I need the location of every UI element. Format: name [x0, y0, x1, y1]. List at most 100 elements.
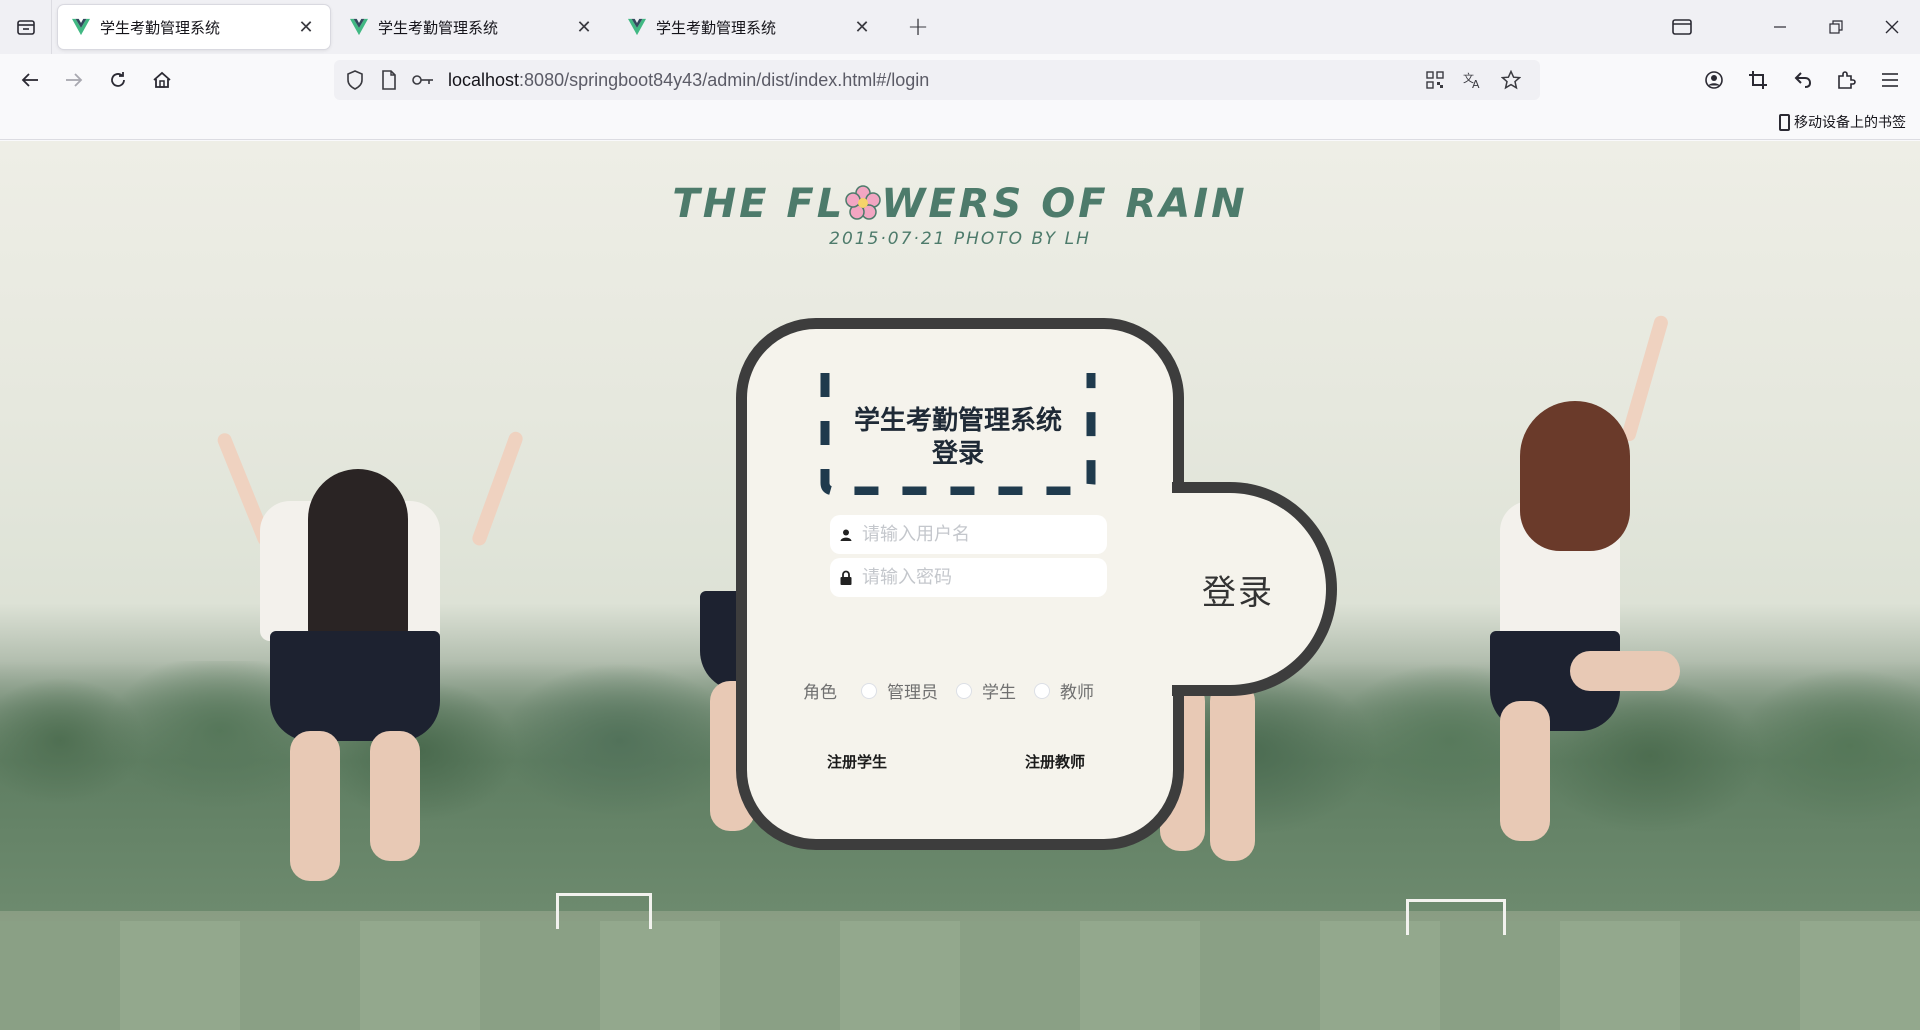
- background-field: [0, 921, 1920, 1030]
- document-icon: [382, 70, 396, 90]
- undo-button[interactable]: [1780, 58, 1824, 102]
- role-selector: 角色 管理员 学生 教师: [803, 678, 1112, 703]
- arrow-right-icon: [66, 73, 83, 87]
- role-option-label: 学生: [982, 683, 1016, 703]
- role-option-label: 教师: [1060, 683, 1094, 703]
- bookmarks-toolbar: 移动设备上的书签: [0, 106, 1920, 140]
- close-icon: [1885, 20, 1899, 34]
- close-tab-icon[interactable]: ✕: [574, 17, 594, 38]
- register-teacher-link[interactable]: 注册教师: [1025, 751, 1085, 772]
- account-button[interactable]: [1692, 58, 1736, 102]
- role-label: 角色: [803, 683, 837, 703]
- login-title-box: 学生考勤管理系统 登录: [819, 373, 1097, 495]
- register-student-link[interactable]: 注册学生: [827, 751, 887, 772]
- user-icon: [830, 529, 862, 541]
- background-goal: [1406, 899, 1506, 935]
- username-field[interactable]: [830, 515, 1107, 554]
- tab-title: 学生考勤管理系统: [656, 18, 777, 37]
- mobile-bookmarks-folder[interactable]: 移动设备上的书签: [1779, 112, 1906, 132]
- url-text: localhost:8080/springboot84y43/admin/dis…: [448, 70, 929, 91]
- translate-icon: 文A: [1463, 71, 1480, 89]
- restore-icon: [1829, 20, 1843, 34]
- forward-button[interactable]: [52, 58, 96, 102]
- banner-title-part: WERS OF RAIN: [881, 181, 1248, 227]
- role-option-teacher[interactable]: 教师: [1034, 678, 1094, 703]
- arrow-left-icon: [21, 73, 38, 87]
- login-button-label: 登录: [1202, 572, 1274, 613]
- vue-logo-icon: [72, 18, 90, 36]
- tab-title: 学生考勤管理系统: [100, 18, 221, 37]
- account-icon: [1705, 71, 1723, 89]
- translate-button[interactable]: 文A: [1456, 60, 1490, 100]
- key-icon: [412, 75, 433, 85]
- screenshot-button[interactable]: [1736, 58, 1780, 102]
- password-field[interactable]: [830, 558, 1107, 597]
- role-option-label: 管理员: [887, 683, 938, 703]
- url-host: localhost: [448, 69, 520, 90]
- login-title: 学生考勤管理系统 登录: [819, 405, 1097, 471]
- login-subtitle: 登录: [931, 439, 984, 469]
- banner-title: THE FL WERS OF RAIN: [0, 181, 1920, 227]
- qr-code-button[interactable]: [1418, 60, 1452, 100]
- home-button[interactable]: [140, 58, 184, 102]
- navigation-toolbar: localhost:8080/springboot84y43/admin/dis…: [0, 54, 1920, 106]
- address-bar[interactable]: localhost:8080/springboot84y43/admin/dis…: [334, 60, 1540, 100]
- radio-button[interactable]: [1034, 682, 1050, 699]
- star-icon: [1501, 70, 1521, 90]
- background-goal: [556, 893, 652, 929]
- back-button[interactable]: [8, 58, 52, 102]
- tab-bar: 学生考勤管理系统 ✕ 学生考勤管理系统 ✕ 学生考勤管理系统 ✕ +: [0, 0, 1920, 54]
- window-icon: [1672, 19, 1692, 35]
- close-window-button[interactable]: [1864, 0, 1920, 54]
- browser-tab-3[interactable]: 学生考勤管理系统 ✕: [614, 5, 886, 49]
- vue-logo-icon: [350, 18, 368, 36]
- login-page: THE FL WERS OF RAIN 2015·07·21 PHOTO BY L…: [0, 141, 1920, 1030]
- mobile-bookmarks-label: 移动设备上的书签: [1794, 115, 1906, 131]
- key-permission-icon[interactable]: [406, 60, 440, 100]
- username-input[interactable]: [862, 524, 1092, 545]
- flower-icon: [845, 185, 881, 221]
- url-path: :8080/springboot84y43/admin/dist/index.h…: [519, 69, 930, 90]
- role-option-student[interactable]: 学生: [956, 678, 1016, 703]
- role-option-admin[interactable]: 管理员: [861, 678, 938, 703]
- menu-button[interactable]: [1868, 58, 1912, 102]
- svg-text:A: A: [1472, 78, 1480, 89]
- tab-list-button[interactable]: [0, 0, 52, 54]
- hamburger-menu-icon: [1882, 73, 1898, 87]
- window-controls: [1654, 0, 1920, 54]
- undo-icon: [1794, 72, 1812, 88]
- shield-icon: [347, 70, 363, 90]
- banner-subtitle: 2015·07·21 PHOTO BY LH: [829, 229, 1091, 249]
- tab-title: 学生考勤管理系统: [378, 18, 499, 37]
- tracking-protection-icon[interactable]: [338, 60, 372, 100]
- system-name: 学生考勤管理系统: [853, 406, 1062, 436]
- close-tab-icon[interactable]: ✕: [852, 17, 872, 38]
- puzzle-icon: [1838, 71, 1856, 89]
- password-input[interactable]: [862, 567, 1092, 588]
- restore-button[interactable]: [1808, 0, 1864, 54]
- minimize-icon: [1774, 26, 1786, 28]
- vue-logo-icon: [628, 18, 646, 36]
- new-tab-button[interactable]: +: [900, 9, 936, 45]
- browser-tab-1[interactable]: 学生考勤管理系统 ✕: [58, 5, 330, 49]
- crop-icon: [1749, 71, 1767, 89]
- extensions-button[interactable]: [1824, 58, 1868, 102]
- qr-code-icon: [1426, 71, 1444, 89]
- minimize-button[interactable]: [1752, 0, 1808, 54]
- tab-list-icon: [16, 20, 35, 35]
- close-tab-icon[interactable]: ✕: [296, 17, 316, 38]
- radio-button[interactable]: [956, 682, 972, 699]
- login-card: 学生考勤管理系统 登录 角色 管理员 学生 教师 注册学生 注册教师: [736, 318, 1184, 850]
- banner-title-part: THE FL: [672, 181, 846, 227]
- home-icon: [153, 71, 171, 88]
- page-info-icon[interactable]: [372, 60, 406, 100]
- radio-button[interactable]: [861, 682, 877, 699]
- browser-tab-2[interactable]: 学生考勤管理系统 ✕: [336, 5, 608, 49]
- site-banner: THE FL WERS OF RAIN 2015·07·21 PHOTO BY L…: [0, 181, 1920, 249]
- mobile-device-icon: [1779, 113, 1790, 131]
- lock-icon: [830, 570, 862, 585]
- reload-button[interactable]: [96, 58, 140, 102]
- bookmark-star-button[interactable]: [1494, 60, 1528, 100]
- reload-icon: [111, 72, 125, 87]
- list-all-tabs-button[interactable]: [1654, 0, 1710, 54]
